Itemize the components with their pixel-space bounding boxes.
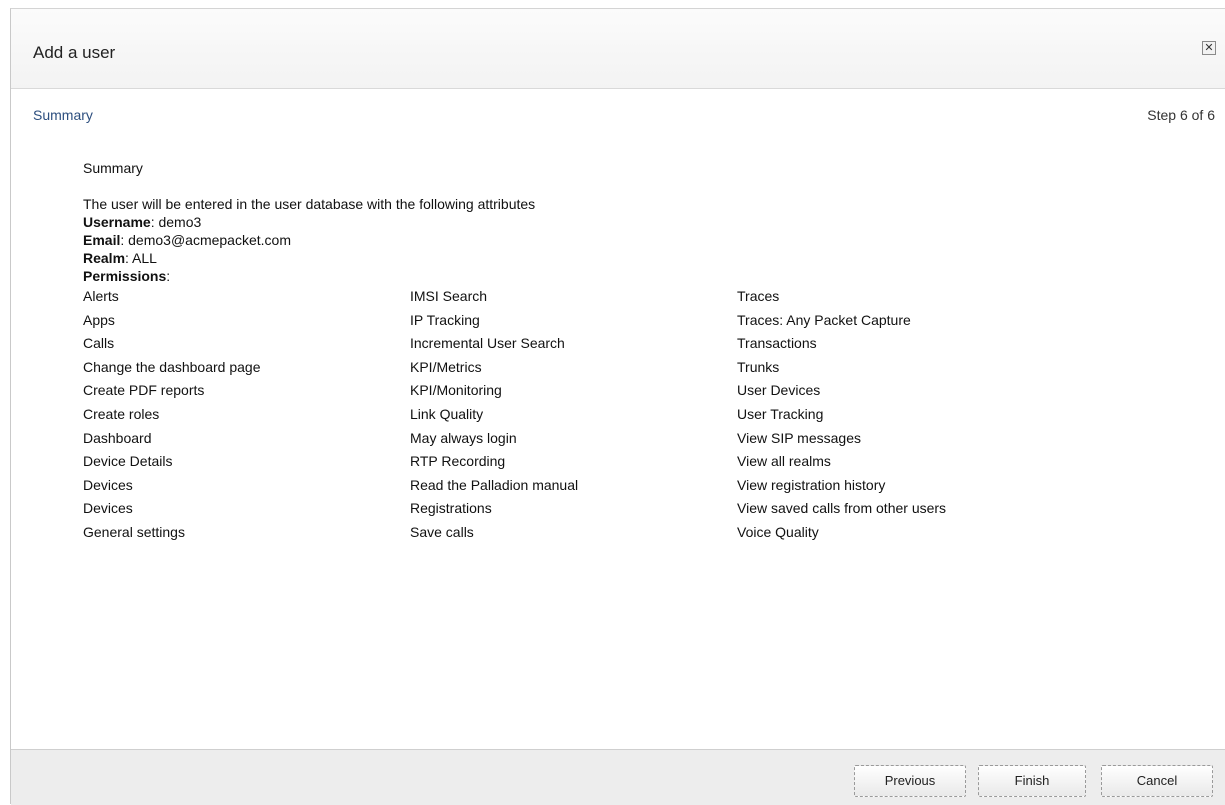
permission-item: Calls xyxy=(83,335,115,352)
summary-intro: The user will be entered in the user dat… xyxy=(83,196,536,212)
previous-button[interactable]: Previous xyxy=(854,765,966,797)
dialog-titlebar: Add a user ✕ xyxy=(11,9,1225,89)
dialog-content: Summary Step 6 of 6 Summary The user wil… xyxy=(11,89,1225,749)
dialog-title: Add a user xyxy=(33,43,116,62)
permission-item: Dashboard xyxy=(83,429,152,446)
username-label: Username xyxy=(83,214,151,230)
permission-item: Alerts xyxy=(83,288,119,304)
step-name: Summary xyxy=(33,107,93,123)
permission-item: View SIP messages xyxy=(737,429,861,446)
permission-item: KPI/Metrics xyxy=(410,358,482,375)
cancel-button[interactable]: Cancel xyxy=(1101,765,1213,797)
email-label: Email xyxy=(83,232,121,248)
permission-item: Read the Palladion manual xyxy=(410,476,579,493)
email-value: : demo3@acmepacket.com xyxy=(120,232,291,248)
permission-item: Save calls xyxy=(410,523,474,540)
username-value: : demo3 xyxy=(150,214,202,230)
email-row: Email: demo3@acmepacket.com xyxy=(83,231,1083,249)
finish-button[interactable]: Finish xyxy=(978,765,1086,797)
summary-heading: Summary xyxy=(83,160,143,176)
permission-item: Create PDF reports xyxy=(83,382,205,399)
permission-item: Device Details xyxy=(83,453,173,470)
permission-item: Transactions xyxy=(737,335,817,352)
permission-item: Trunks xyxy=(737,358,780,375)
add-user-dialog: Add a user ✕ Summary Step 6 of 6 Summary… xyxy=(10,8,1225,805)
permissions-row: Permissions: xyxy=(83,267,1083,285)
realm-label: Realm xyxy=(83,250,126,266)
permission-item: Link Quality xyxy=(410,405,484,422)
permissions-colon: : xyxy=(166,268,171,284)
permission-item: User Tracking xyxy=(737,405,824,422)
permission-item: Incremental User Search xyxy=(410,335,565,352)
permission-item: General settings xyxy=(83,523,185,540)
permission-item: Devices xyxy=(83,500,133,517)
permission-item: Traces: Any Packet Capture xyxy=(737,311,911,328)
permission-item: May always login xyxy=(410,429,517,446)
realm-value: : ALL xyxy=(125,250,157,266)
permissions-grid: Alerts IMSI Search Traces Apps IP Tracking Tr… xyxy=(83,287,1083,547)
summary-body: Summary The user will be entered in the … xyxy=(83,159,1083,547)
permission-item: IMSI Search xyxy=(410,288,488,304)
permission-item: View registration history xyxy=(737,476,886,493)
permission-item: Apps xyxy=(83,311,115,328)
permission-item: Registrations xyxy=(410,500,492,517)
permission-item: View saved calls from other users xyxy=(737,500,947,517)
dialog-footer: Previous Finish Cancel xyxy=(11,749,1225,805)
permission-item: RTP Recording xyxy=(410,453,506,470)
permission-item: User Devices xyxy=(737,382,821,399)
permission-item: View all realms xyxy=(737,453,831,470)
permission-item: Create roles xyxy=(83,405,160,422)
realm-row: Realm: ALL xyxy=(83,249,1083,267)
step-count: Step 6 of 6 xyxy=(1147,107,1215,123)
permission-item: Devices xyxy=(83,476,133,493)
permission-item: Voice Quality xyxy=(737,523,819,540)
permission-item: KPI/Monitoring xyxy=(410,382,502,399)
username-row: Username: demo3 xyxy=(83,213,1083,231)
permission-item: Change the dashboard page xyxy=(83,358,261,375)
permission-item: Traces xyxy=(737,288,780,304)
close-icon[interactable]: ✕ xyxy=(1202,41,1216,55)
permissions-label: Permissions xyxy=(83,268,167,284)
permission-item: IP Tracking xyxy=(410,311,480,328)
